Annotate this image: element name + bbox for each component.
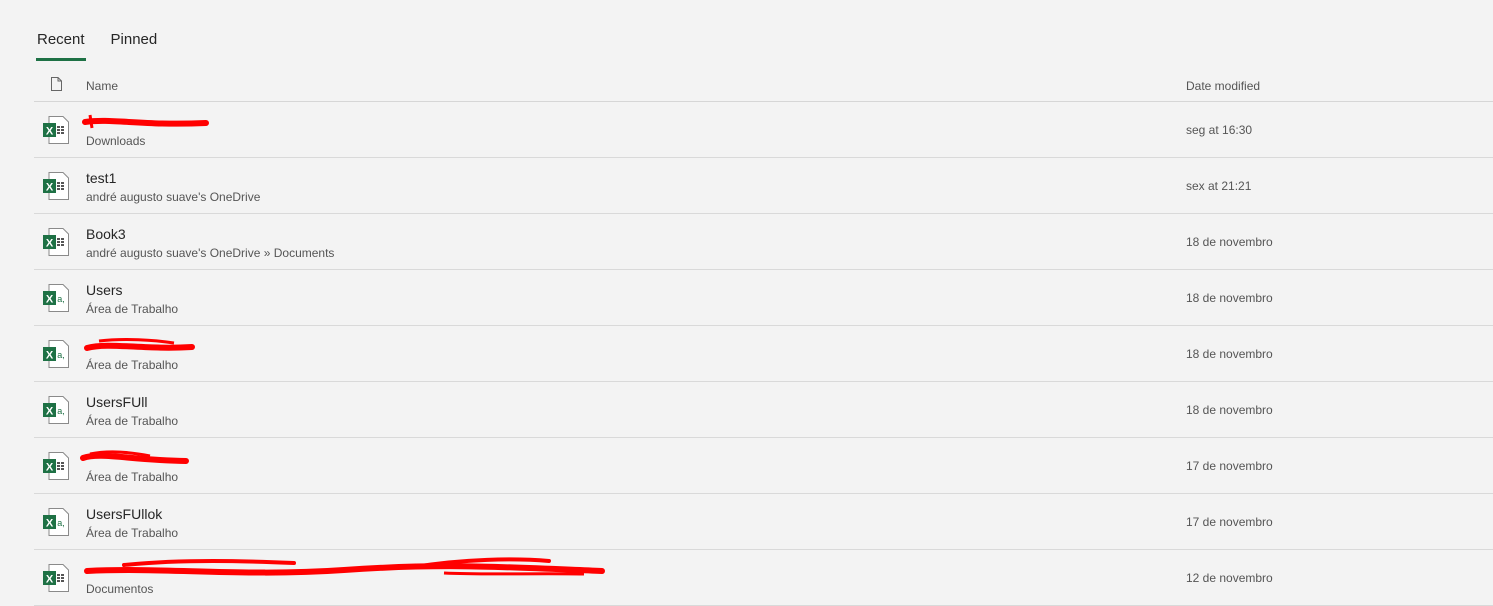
svg-text:X: X (46, 350, 54, 362)
file-row[interactable]: a, X Users Área de Trabalho 18 de novemb… (34, 270, 1493, 326)
file-name: Users (86, 282, 123, 298)
file-location: Área de Trabalho (86, 526, 179, 540)
file-row[interactable]: X Book3 andré augusto suave's OneDrive »… (34, 214, 1493, 270)
file-location: Área de Trabalho (86, 470, 179, 484)
file-location: Área de Trabalho (86, 302, 179, 316)
redaction-mark (84, 557, 605, 576)
recent-files-list: Name Date modified X Downloads seg at 16… (34, 70, 1493, 606)
svg-text:a,: a, (57, 294, 65, 304)
file-date-modified: 17 de novembro (1186, 515, 1273, 529)
document-icon (51, 77, 62, 91)
excel-workbook-icon: X (43, 116, 69, 144)
file-row[interactable]: a, X Área de Trabalho 18 de novembro (34, 326, 1493, 382)
file-name: Book3 (86, 226, 126, 242)
file-location: andré augusto suave's OneDrive » Documen… (86, 246, 335, 260)
file-location: Documentos (86, 582, 154, 596)
file-row[interactable]: a, X UsersFUll Área de Trabalho 18 de no… (34, 382, 1493, 438)
file-date-modified: 18 de novembro (1186, 235, 1273, 249)
file-date-modified: seg at 16:30 (1186, 123, 1253, 137)
svg-text:X: X (46, 574, 54, 586)
excel-workbook-icon: X (43, 228, 69, 256)
file-row[interactable]: X test1 andré augusto suave's OneDrive s… (34, 158, 1493, 214)
file-name: test1 (86, 170, 117, 186)
file-location: andré augusto suave's OneDrive (86, 190, 261, 204)
column-header-name[interactable]: Name (86, 79, 118, 93)
file-date-modified: 17 de novembro (1186, 459, 1273, 473)
svg-text:X: X (46, 462, 54, 474)
file-location: Área de Trabalho (86, 414, 179, 428)
redaction-mark (82, 114, 209, 129)
excel-workbook-icon: X (43, 564, 69, 592)
excel-workbook-icon: X (43, 452, 69, 480)
file-row[interactable]: X Documentos 12 de novembro (34, 550, 1493, 606)
excel-csv-icon: a, X (43, 340, 69, 368)
file-name: UsersFUllok (86, 506, 163, 522)
file-date-modified: 18 de novembro (1186, 291, 1273, 305)
file-row[interactable]: a, X UsersFUllok Área de Trabalho 17 de … (34, 494, 1493, 550)
tab-recent[interactable]: Recent (36, 30, 86, 61)
svg-text:a,: a, (57, 350, 65, 360)
svg-text:X: X (46, 294, 54, 306)
file-location: Downloads (86, 134, 146, 148)
file-date-modified: 18 de novembro (1186, 347, 1273, 361)
file-row[interactable]: X Área de Trabalho 17 de novembro (34, 438, 1493, 494)
excel-csv-icon: a, X (43, 284, 69, 312)
redaction-mark (84, 338, 195, 351)
svg-text:X: X (46, 518, 54, 530)
column-header-date-modified[interactable]: Date modified (1186, 79, 1260, 93)
excel-csv-icon: a, X (43, 396, 69, 424)
file-row[interactable]: X Downloads seg at 16:30 (34, 102, 1493, 158)
tab-pinned[interactable]: Pinned (111, 30, 158, 60)
file-date-modified: 18 de novembro (1186, 403, 1273, 417)
svg-text:X: X (46, 238, 54, 250)
svg-text:X: X (46, 406, 54, 418)
file-tabs: Recent Pinned (36, 30, 158, 61)
file-location: Área de Trabalho (86, 358, 179, 372)
file-date-modified: sex at 21:21 (1186, 179, 1252, 193)
file-name: UsersFUll (86, 394, 148, 410)
svg-text:X: X (46, 126, 54, 138)
excel-workbook-icon: X (43, 172, 69, 200)
redaction-mark (80, 450, 189, 464)
list-header: Name Date modified (34, 70, 1493, 102)
svg-text:a,: a, (57, 406, 65, 416)
file-date-modified: 12 de novembro (1186, 571, 1273, 585)
svg-text:a,: a, (57, 518, 65, 528)
svg-text:X: X (46, 182, 54, 194)
excel-csv-icon: a, X (43, 508, 69, 536)
